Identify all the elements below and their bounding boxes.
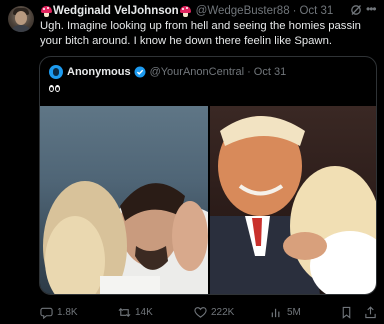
author-display-name[interactable]: Wedginald VelJohnson [53, 5, 179, 17]
share-button[interactable] [364, 304, 377, 320]
separator-dot: · [247, 66, 251, 78]
author-handle[interactable]: @WedgeBuster88 [196, 5, 290, 17]
tweet-header: Wedginald VelJohnson @WedgeBuster88 · Oc… [40, 3, 380, 19]
quoted-author-display-name[interactable]: Anonymous [67, 66, 131, 78]
more-icon[interactable]: ••• [366, 3, 380, 16]
tweet[interactable]: Wedginald VelJohnson @WedgeBuster88 · Oc… [0, 0, 384, 324]
eyes-emoji-icon [49, 85, 60, 92]
quoted-author-avatar[interactable] [49, 65, 63, 79]
quoted-tweet-header: Anonymous @YourAnonCentral · Oct 31 [49, 65, 286, 79]
mushroom-emoji-icon [41, 5, 52, 17]
retweet-count: 14K [135, 306, 153, 318]
reply-icon [40, 307, 53, 319]
quoted-tweet[interactable]: Anonymous @YourAnonCentral · Oct 31 [39, 56, 377, 295]
retweet-button[interactable]: 14K [118, 304, 153, 320]
quoted-tweet-timestamp[interactable]: Oct 31 [254, 66, 286, 78]
quoted-image-right[interactable] [210, 106, 376, 294]
quoted-tweet-text [49, 83, 60, 95]
tweet-actions: 1.8K 14K 222K 5M [40, 304, 380, 320]
author-avatar[interactable] [8, 6, 34, 32]
tweet-text: Ugh. Imagine looking up from hell and se… [40, 20, 361, 47]
bookmark-icon [342, 306, 351, 319]
views-count: 5M [287, 306, 301, 318]
views-button[interactable]: 5M [270, 304, 301, 320]
grok-icon[interactable] [350, 4, 362, 16]
separator-dot: · [292, 5, 297, 17]
bookmark-button[interactable] [340, 304, 353, 320]
quoted-author-handle[interactable]: @YourAnonCentral [150, 66, 245, 78]
mushroom-emoji-icon [179, 5, 191, 17]
quoted-image-left[interactable] [40, 106, 208, 294]
views-icon [271, 308, 280, 317]
verified-badge-icon [134, 66, 146, 78]
share-icon [365, 305, 376, 318]
reply-button[interactable]: 1.8K [40, 304, 78, 320]
reply-count: 1.8K [57, 306, 78, 318]
like-icon [194, 306, 207, 318]
retweet-icon [118, 307, 131, 317]
tweet-timestamp[interactable]: Oct 31 [299, 5, 333, 17]
like-count: 222K [211, 306, 235, 318]
like-button[interactable]: 222K [194, 304, 234, 320]
